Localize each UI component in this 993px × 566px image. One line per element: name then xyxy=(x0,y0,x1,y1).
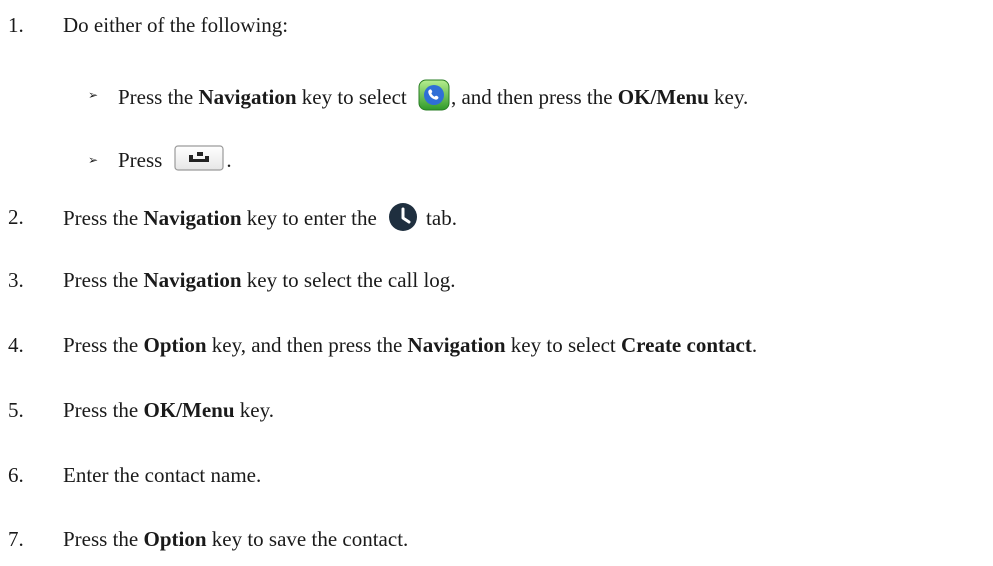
step-number: 4. xyxy=(8,333,24,357)
bold-term-navigation: Navigation xyxy=(198,84,297,109)
step-number: 2. xyxy=(8,205,24,229)
text-run: Press xyxy=(118,148,163,172)
step-number: 5. xyxy=(8,398,24,422)
text-run: Press the xyxy=(63,333,144,357)
step-text: Press the Navigation key to select the c… xyxy=(63,268,456,292)
history-clock-icon xyxy=(388,202,418,232)
text-run: Press the xyxy=(118,84,199,109)
text-run: Do either of the following: xyxy=(63,13,289,37)
arrow-bullet-icon: ➢ xyxy=(88,88,99,102)
document-page: 1. Do either of the following: ➢ Press t… xyxy=(0,0,993,566)
bold-term-ok-menu: OK/Menu xyxy=(143,398,235,422)
text-run: key to select xyxy=(505,333,622,357)
redial-key-icon xyxy=(174,145,224,171)
step-number: 6. xyxy=(8,463,24,487)
text-run: key to enter the xyxy=(241,205,383,230)
text-run: . xyxy=(751,333,758,357)
phone-app-icon xyxy=(418,79,450,111)
text-run: Press the xyxy=(63,398,144,422)
text-run: Press the xyxy=(63,527,144,551)
text-run: key. xyxy=(234,398,274,422)
bold-term-ok-menu: OK/Menu xyxy=(617,84,709,109)
step-text: Press the Option key, and then press the… xyxy=(63,333,757,357)
bold-term-option: Option xyxy=(143,527,207,551)
text-run: tab. xyxy=(426,205,457,230)
text-run: Press the xyxy=(63,205,144,230)
step-text: Do either of the following: xyxy=(63,13,288,37)
step-number: 3. xyxy=(8,268,24,292)
text-run: key to select the call log. xyxy=(241,268,456,292)
step-text: Press the Option key to save the contact… xyxy=(63,527,408,551)
text-run: key to save the contact. xyxy=(206,527,409,551)
step-text: Press the Navigation key to enter the ta… xyxy=(63,202,457,235)
text-run: Press the xyxy=(63,268,144,292)
bold-term-navigation: Navigation xyxy=(143,268,242,292)
step-number: 1. xyxy=(8,13,24,37)
text-run: key. xyxy=(708,84,749,109)
bold-term-navigation: Navigation xyxy=(407,333,506,357)
step-text: Enter the contact name. xyxy=(63,463,261,487)
arrow-bullet-icon: ➢ xyxy=(88,153,99,167)
text-run: , and then press the xyxy=(450,84,618,109)
step-text: Press the OK/Menu key. xyxy=(63,398,274,422)
text-run: . xyxy=(226,148,232,172)
text-run: key, and then press the xyxy=(206,333,408,357)
bold-term-create-contact: Create contact xyxy=(621,333,752,357)
bold-term-option: Option xyxy=(143,333,207,357)
text-run: key to select xyxy=(296,84,412,109)
step-number: 7. xyxy=(8,527,24,551)
text-run: Enter the contact name. xyxy=(63,463,262,487)
bold-term-navigation: Navigation xyxy=(143,205,242,230)
sub-item-text: Press . xyxy=(118,145,232,175)
sub-item-text: Press the Navigation key to select , and… xyxy=(118,79,749,115)
